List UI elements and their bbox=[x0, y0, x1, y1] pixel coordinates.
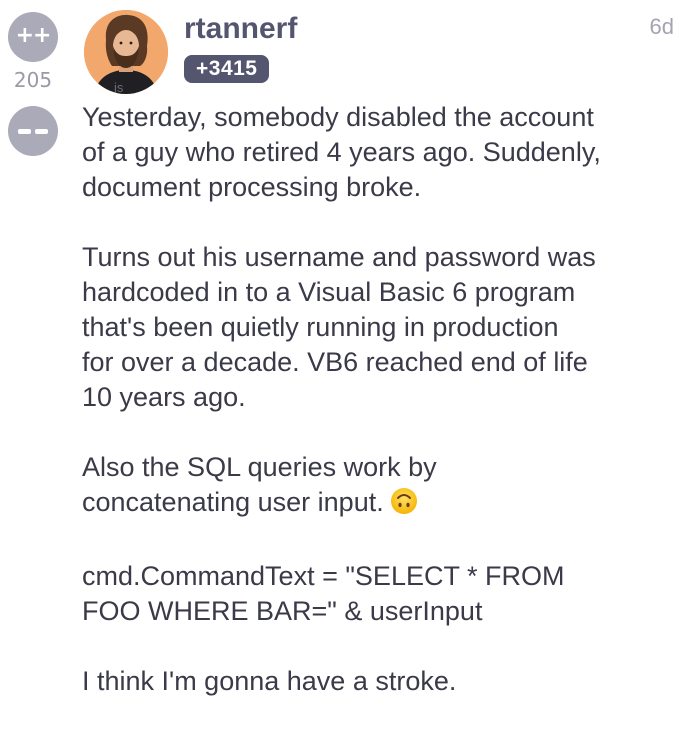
post-line: of a guy who retired 4 years ago. Sudden… bbox=[82, 137, 601, 167]
reputation-badge: +3415 bbox=[184, 55, 270, 83]
post-line-text: concatenating user input. bbox=[82, 487, 384, 517]
upside-down-face-emoji-icon bbox=[390, 487, 418, 524]
upvote-button[interactable]: ++ bbox=[8, 12, 58, 62]
post-line: Turns out his username and password was bbox=[82, 242, 596, 272]
post-body: Yesterday, somebody disabled the account… bbox=[82, 100, 678, 734]
post-line-with-emoji: concatenating user input. bbox=[82, 485, 678, 524]
username-link[interactable]: rtannerf bbox=[184, 12, 297, 46]
user-avatar[interactable]: js bbox=[84, 10, 168, 94]
avatar-portrait-icon: js bbox=[84, 10, 168, 94]
avatar-shirt-text: js bbox=[113, 80, 124, 94]
post-timestamp: 6d bbox=[649, 14, 674, 39]
post-paragraph: Turns out his username and password was … bbox=[82, 240, 678, 415]
post-line: document processing broke. bbox=[82, 172, 422, 202]
post-line: I think I'm gonna have a stroke. bbox=[82, 666, 457, 696]
vote-score: 205 bbox=[13, 68, 53, 92]
post-paragraph: cmd.CommandText = "SELECT * FROM FOO WHE… bbox=[82, 559, 678, 629]
post-paragraph: Yesterday, somebody disabled the account… bbox=[82, 100, 678, 205]
post-paragraph: I think I'm gonna have a stroke. bbox=[82, 664, 678, 699]
downvote-button[interactable] bbox=[8, 106, 58, 156]
post-line: Also the SQL queries work by bbox=[82, 452, 437, 482]
post-line: FOO WHERE BAR=" & userInput bbox=[82, 596, 483, 626]
post-paragraph: Also the SQL queries work by concatenati… bbox=[82, 450, 678, 524]
minus-minus-icon bbox=[18, 128, 48, 134]
upvote-label: ++ bbox=[15, 23, 52, 48]
post-line: that's been quietly running in productio… bbox=[82, 312, 559, 342]
post-line: hardcoded in to a Visual Basic 6 program bbox=[82, 277, 576, 307]
post-line: for over a decade. VB6 reached end of li… bbox=[82, 347, 588, 377]
post-line: Yesterday, somebody disabled the account bbox=[82, 102, 594, 132]
post-line: cmd.CommandText = "SELECT * FROM bbox=[82, 561, 565, 591]
post-line: 10 years ago. bbox=[82, 382, 246, 412]
